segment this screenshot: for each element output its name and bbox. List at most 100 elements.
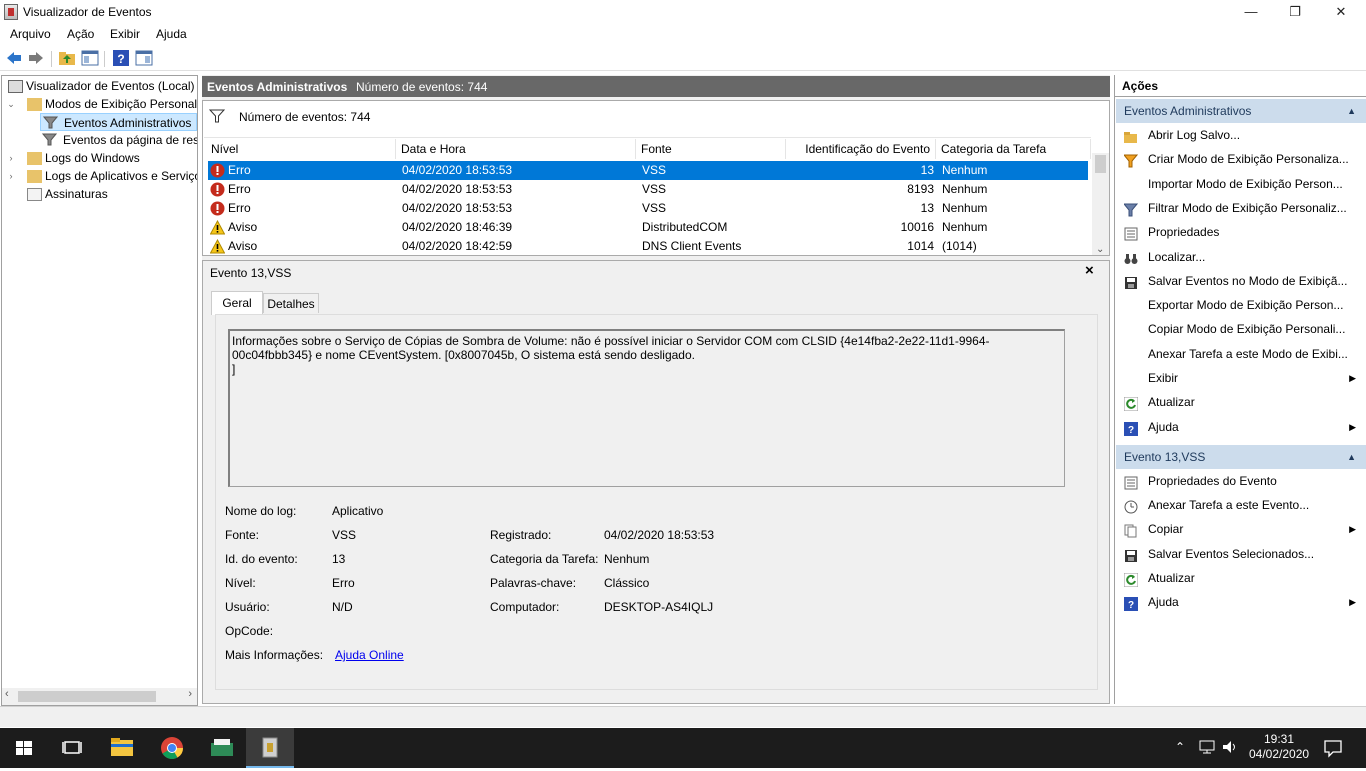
maximize-button[interactable]: ❐ [1272,0,1318,24]
actions-section-admin-events[interactable]: Eventos Administrativos ▲ [1116,99,1366,123]
tree-horizontal-scrollbar[interactable]: ‹ › [2,688,197,705]
task-category-value[interactable]: Nenhum [604,552,649,566]
app-icon[interactable] [198,728,246,768]
table-row[interactable]: Erro 04/02/2020 18:53:53 VSS 13 Nenhum [208,199,1088,218]
back-arrow-icon[interactable] [5,49,23,67]
tree-item-admin-events[interactable]: Eventos Administrativos [40,113,197,131]
chevron-up-icon[interactable]: ⌃ [1175,740,1185,754]
action-anexar-tarefa-a-este-evento[interactable]: Anexar Tarefa a este Evento... [1116,493,1366,517]
action-anexar-tarefa-a-este-modo-de-exibi[interactable]: Anexar Tarefa a este Modo de Exibi... [1116,342,1366,366]
menu-ajuda[interactable]: Ajuda [156,27,187,41]
action-abrir-log-salvo[interactable]: Abrir Log Salvo... [1116,123,1366,147]
file-explorer-icon[interactable] [98,728,146,768]
collapse-icon[interactable]: ▲ [1347,99,1356,123]
tab-geral[interactable]: Geral [211,291,263,315]
event-id-value[interactable]: 13 [332,552,345,566]
save-icon [1124,274,1138,289]
logged-value[interactable]: 04/02/2020 18:53:53 [604,528,714,542]
action-label: Criar Modo de Exibição Personaliza... [1148,152,1349,167]
action-ajuda[interactable]: ? Ajuda ▶ [1116,590,1366,614]
action-atualizar[interactable]: Atualizar [1116,390,1366,414]
volume-icon[interactable] [1221,738,1239,759]
table-row[interactable]: Erro 04/02/2020 18:53:53 VSS 13 Nenhum [208,161,1088,180]
task-icon [1124,498,1138,514]
network-icon[interactable] [1198,738,1216,759]
column-header-event-id[interactable]: Identificação do Evento [786,139,936,159]
close-detail-icon[interactable]: × [1085,262,1094,279]
actions-section-event[interactable]: Evento 13,VSS ▲ [1116,445,1366,469]
task-view-icon[interactable] [48,728,96,768]
table-row[interactable]: Aviso 04/02/2020 18:46:39 DistributedCOM 10… [208,218,1088,237]
computer-value[interactable]: DESKTOP-AS4IQLJ [604,600,713,614]
column-header-level[interactable]: Nível [206,139,396,159]
action-exibir[interactable]: Exibir ▶ [1116,366,1366,390]
table-row[interactable]: Erro 04/02/2020 18:53:53 VSS 8193 Nenhum [208,180,1088,199]
action-copiar[interactable]: Copiar ▶ [1116,517,1366,541]
menu-acao[interactable]: Ação [67,27,94,41]
log-name-value[interactable]: Aplicativo [332,504,383,518]
submenu-arrow-icon: ▶ [1349,597,1356,607]
clock[interactable]: 19:31 04/02/2020 [1249,732,1309,762]
show-hide-action-pane-icon[interactable] [135,49,153,67]
action-ajuda[interactable]: ? Ajuda ▶ [1116,415,1366,439]
keywords-value[interactable]: Clássico [604,576,649,590]
scroll-right-icon[interactable]: › [188,688,192,700]
action-atualizar[interactable]: Atualizar [1116,566,1366,590]
folder-up-icon[interactable] [58,49,76,67]
scroll-left-icon[interactable]: ‹ [5,688,9,700]
copy-icon [1124,522,1138,538]
action-salvar-eventos-selecionados[interactable]: Salvar Eventos Selecionados... [1116,542,1366,566]
list-vertical-scrollbar[interactable]: ⌄ [1092,153,1109,255]
event-detail-panel: Evento 13,VSS × Geral Detalhes Informaçõ… [202,260,1110,704]
menu-arquivo[interactable]: Arquivo [10,27,51,41]
scroll-down-icon[interactable]: ⌄ [1096,244,1104,255]
save-icon [1124,547,1138,562]
svg-text:?: ? [117,52,124,66]
cell-date: 04/02/2020 18:53:53 [402,201,513,215]
table-row[interactable]: Aviso 04/02/2020 18:42:59 DNS Client Event… [208,237,1088,256]
menu-exibir[interactable]: Exibir [110,27,140,41]
notifications-icon[interactable] [1323,738,1343,761]
action-label: Atualizar [1148,570,1195,585]
actions-pane: Ações Eventos Administrativos ▲ Abrir Lo… [1114,75,1366,704]
chrome-icon[interactable] [148,728,196,768]
action-localizar[interactable]: Localizar... [1116,245,1366,269]
keywords-label: Palavras-chave: [490,576,577,590]
level-value[interactable]: Erro [332,576,355,590]
action-importar-modo-de-exibicao-person[interactable]: Importar Modo de Exibição Person... [1116,172,1366,196]
cell-level: Erro [228,182,251,196]
chevron-right-icon[interactable]: › [6,149,16,167]
event-message-box[interactable]: Informações sobre o Serviço de Cópias de… [228,329,1065,487]
action-exportar-modo-de-exibicao-person[interactable]: Exportar Modo de Exibição Person... [1116,293,1366,317]
action-salvar-eventos-no-modo-de-exibica[interactable]: Salvar Eventos no Modo de Exibiçã... [1116,269,1366,293]
level-label: Nível: [225,576,256,590]
tab-detalhes[interactable]: Detalhes [263,293,319,313]
chevron-right-icon[interactable]: › [6,167,16,185]
action-filtrar-modo-de-exibicao-personaliz[interactable]: Filtrar Modo de Exibição Personaliz... [1116,196,1366,220]
scrollbar-thumb[interactable] [1095,155,1106,173]
help-icon[interactable]: ? [112,49,130,67]
chevron-down-icon[interactable]: ⌄ [6,95,16,113]
column-header-date[interactable]: Data e Hora [396,139,636,159]
scrollbar-thumb[interactable] [18,691,156,702]
source-value[interactable]: VSS [332,528,356,542]
collapse-icon[interactable]: ▲ [1347,445,1356,469]
column-header-source[interactable]: Fonte [636,139,786,159]
action-copiar-modo-de-exibicao-personali[interactable]: Copiar Modo de Exibição Personali... [1116,317,1366,341]
opcode-label: OpCode: [225,624,274,638]
windows-start-icon[interactable] [0,728,48,768]
online-help-link[interactable]: Ajuda Online [335,648,404,662]
action-label: Localizar... [1148,249,1206,264]
forward-arrow-icon[interactable] [27,49,45,67]
close-button[interactable]: ✕ [1318,0,1364,24]
user-value[interactable]: N/D [332,600,353,614]
minimize-button[interactable]: — [1228,0,1274,24]
clock-date: 04/02/2020 [1249,747,1310,761]
column-header-task-category[interactable]: Categoria da Tarefa [936,139,1091,159]
action-propriedades[interactable]: Propriedades [1116,220,1366,244]
event-viewer-taskbar-icon[interactable] [246,728,294,768]
action-propriedades-do-evento[interactable]: Propriedades do Evento [1116,469,1366,493]
source-label: Fonte: [225,528,260,542]
action-criar-modo-de-exibicao-personaliza[interactable]: Criar Modo de Exibição Personaliza... [1116,147,1366,171]
show-hide-tree-icon[interactable] [81,49,99,67]
